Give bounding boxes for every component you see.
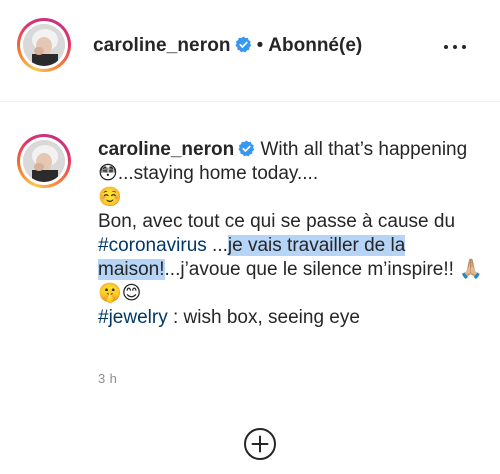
flushed-emoji-icon: 😳 xyxy=(98,163,118,184)
caption-text-ellipsis: ... xyxy=(206,235,228,256)
caption-text-english: With all that’s happening xyxy=(260,139,468,160)
header-separator: • xyxy=(256,35,264,56)
hashtag-coronavirus-link[interactable]: #coronavirus xyxy=(98,235,207,256)
header-avatar[interactable] xyxy=(17,18,71,72)
verified-badge-icon xyxy=(238,140,255,157)
follow-status-button[interactable]: Abonné(e) xyxy=(268,35,362,56)
caption-text-french-1: Bon, avec tout ce qui se passe à cause d… xyxy=(98,211,456,232)
post-timestamp[interactable]: 3 h xyxy=(98,371,117,386)
more-options-icon[interactable] xyxy=(444,42,470,52)
caption-text-french-2: ...j’avoue que le silence m’inspire!! xyxy=(164,259,460,280)
caption-text-end: : wish box, seeing eye xyxy=(167,307,360,328)
post-caption: caroline_neron With all that’s happening… xyxy=(98,138,488,330)
hashtag-jewelry-link[interactable]: #jewelry xyxy=(98,307,168,328)
caption-avatar[interactable] xyxy=(17,134,71,188)
smiling-emoji-icon: ☺️ xyxy=(98,187,122,208)
verified-badge-icon xyxy=(235,36,251,53)
caption-text-staying-home: ...staying home today.... xyxy=(117,163,319,184)
pray-emoji-icon: 🙏🏼 xyxy=(459,259,483,280)
caption-username[interactable]: caroline_neron xyxy=(98,139,234,160)
post-header: caroline_neron • Abonné(e) xyxy=(0,0,500,102)
shush-emoji-icon: 🤫 xyxy=(98,283,122,304)
header-username[interactable]: caroline_neron xyxy=(93,35,231,56)
smile-emoji-icon: 😊 xyxy=(121,283,142,304)
plus-circle-icon[interactable] xyxy=(243,427,277,461)
